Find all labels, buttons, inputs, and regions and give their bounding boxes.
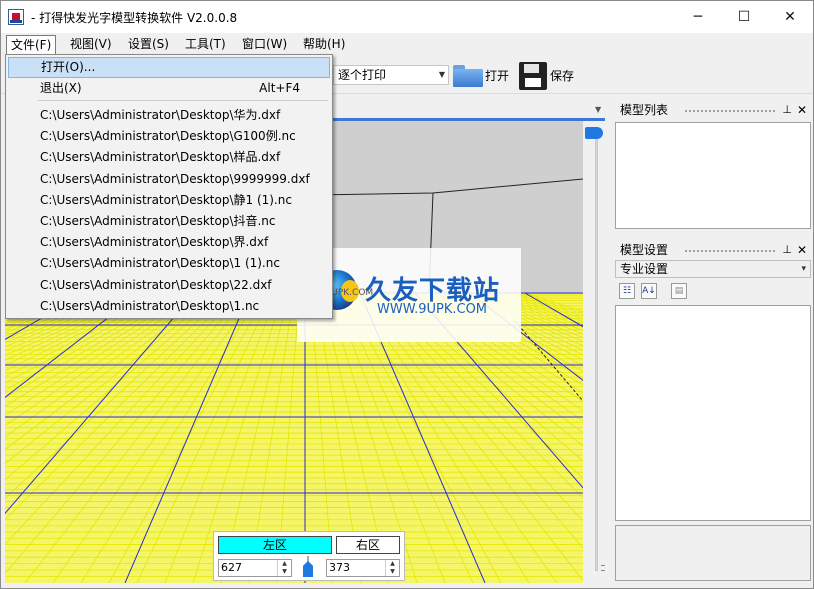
grip-dots [684, 109, 776, 113]
view-menu-chevron-icon[interactable]: ▼ [595, 105, 601, 114]
chevron-down-icon: ▾ [801, 264, 806, 274]
folder-icon [453, 64, 483, 87]
zone-split-handle[interactable] [303, 561, 313, 577]
recent-file-item[interactable]: C:\Users\Administrator\Desktop\9999999.d… [8, 169, 330, 190]
pin-icon[interactable]: ⊥ [782, 242, 792, 258]
stepper-arrows-icon[interactable]: ▲ ▼ [277, 560, 291, 576]
model-settings-title: 模型设置 [620, 243, 669, 257]
recent-file-item[interactable]: C:\Users\Administrator\Desktop\抖音.nc [8, 211, 330, 232]
recent-file-item[interactable]: C:\Users\Administrator\Desktop\界.dxf [8, 232, 330, 253]
categorized-view-icon[interactable]: ☷ [619, 283, 635, 299]
property-grid[interactable] [615, 305, 811, 521]
zone-control: 左区 右区 627 ▲ ▼ 373 ▲ ▼ [213, 531, 405, 581]
chevron-down-icon: ▼ [438, 70, 445, 79]
settings-category-value: 专业设置 [620, 262, 669, 276]
right-zone-stepper[interactable]: 373 ▲ ▼ [326, 559, 400, 577]
menu-open-label: 打开(O)... [41, 60, 96, 74]
title-bar: - 打得快发光字模型转换软件 V2.0.0.8 ─ ☐ ✕ [1, 1, 813, 33]
recent-file-item[interactable]: C:\Users\Administrator\Desktop\1 (1).nc [8, 253, 330, 274]
save-button-label: 保存 [550, 68, 575, 83]
window-title: - 打得快发光字模型转换软件 V2.0.0.8 [31, 11, 238, 25]
menu-settings[interactable]: 设置(S) [124, 35, 173, 55]
open-button[interactable]: 打开 [453, 60, 509, 90]
menu-window[interactable]: 窗口(W) [238, 35, 291, 55]
recent-file-item[interactable]: C:\Users\Administrator\Desktop\1.nc [8, 296, 330, 317]
menu-separator [38, 100, 328, 101]
close-icon[interactable]: ✕ [797, 242, 807, 258]
height-slider[interactable] [583, 121, 609, 583]
slider-track [595, 135, 598, 571]
app-icon [8, 9, 24, 25]
maximize-button[interactable]: ☐ [721, 1, 767, 33]
recent-file-item[interactable]: C:\Users\Administrator\Desktop\华为.dxf [8, 105, 330, 126]
menu-exit-item[interactable]: 退出(X) Alt+F4 [8, 78, 330, 99]
recent-file-item[interactable]: C:\Users\Administrator\Desktop\G100例.nc [8, 126, 330, 147]
app-window: - 打得快发光字模型转换软件 V2.0.0.8 ─ ☐ ✕ 文件(F) 视图(V… [0, 0, 814, 589]
menu-open-item[interactable]: 打开(O)... [8, 57, 330, 78]
property-description [615, 525, 811, 581]
close-icon[interactable]: ✕ [797, 102, 807, 118]
menu-bar: 文件(F) 视图(V) 设置(S) 工具(T) 窗口(W) 帮助(H) [1, 33, 813, 55]
menu-help[interactable]: 帮助(H) [299, 35, 349, 55]
menu-exit-label: 退出(X) [40, 81, 82, 95]
grip-dots [684, 249, 776, 253]
save-icon [519, 61, 547, 90]
left-zone-button[interactable]: 左区 [218, 536, 332, 554]
open-button-label: 打开 [485, 68, 510, 83]
menu-view[interactable]: 视图(V) [66, 35, 116, 55]
sort-alphabetical-icon[interactable]: A↓ [641, 283, 657, 299]
model-list[interactable] [615, 122, 811, 229]
model-settings-panel: 模型设置 ⊥ ✕ 专业设置 ▾ ☷ A↓ ▤ [614, 242, 812, 582]
settings-category-select[interactable]: 专业设置 ▾ [615, 260, 811, 278]
property-grid-toolbar: ☷ A↓ ▤ [615, 280, 811, 302]
property-pages-icon[interactable]: ▤ [671, 283, 687, 299]
model-settings-header: 模型设置 ⊥ ✕ [614, 242, 812, 258]
slider-thumb[interactable] [585, 127, 603, 139]
recent-file-item[interactable]: C:\Users\Administrator\Desktop\静1 (1).nc [8, 190, 330, 211]
print-mode-select[interactable]: 逐个打印 ▼ [333, 65, 449, 85]
minimize-button[interactable]: ─ [675, 1, 721, 33]
print-mode-value: 逐个打印 [338, 68, 387, 82]
slider-ticks [601, 565, 605, 571]
menu-file[interactable]: 文件(F) [6, 35, 57, 55]
save-button[interactable]: 保存 [519, 60, 574, 90]
recent-file-item[interactable]: C:\Users\Administrator\Desktop\样品.dxf [8, 147, 330, 168]
stepper-arrows-icon[interactable]: ▲ ▼ [385, 560, 399, 576]
file-menu-dropdown: 打开(O)... 退出(X) Alt+F4 C:\Users\Administr… [5, 54, 333, 319]
model-list-panel: 模型列表 ⊥ ✕ [614, 102, 812, 232]
menu-exit-shortcut: Alt+F4 [259, 81, 300, 95]
model-list-header: 模型列表 ⊥ ✕ [614, 102, 812, 118]
recent-file-item[interactable]: C:\Users\Administrator\Desktop\22.dxf [8, 275, 330, 296]
watermark-url: WWW.9UPK.COM [377, 302, 488, 317]
right-zone-value: 373 [329, 561, 350, 574]
left-zone-value: 627 [221, 561, 242, 574]
close-button[interactable]: ✕ [767, 1, 813, 33]
left-zone-stepper[interactable]: 627 ▲ ▼ [218, 559, 292, 577]
model-list-title: 模型列表 [620, 103, 669, 117]
pin-icon[interactable]: ⊥ [782, 102, 792, 118]
right-zone-button[interactable]: 右区 [336, 536, 400, 554]
menu-tools[interactable]: 工具(T) [181, 35, 230, 55]
